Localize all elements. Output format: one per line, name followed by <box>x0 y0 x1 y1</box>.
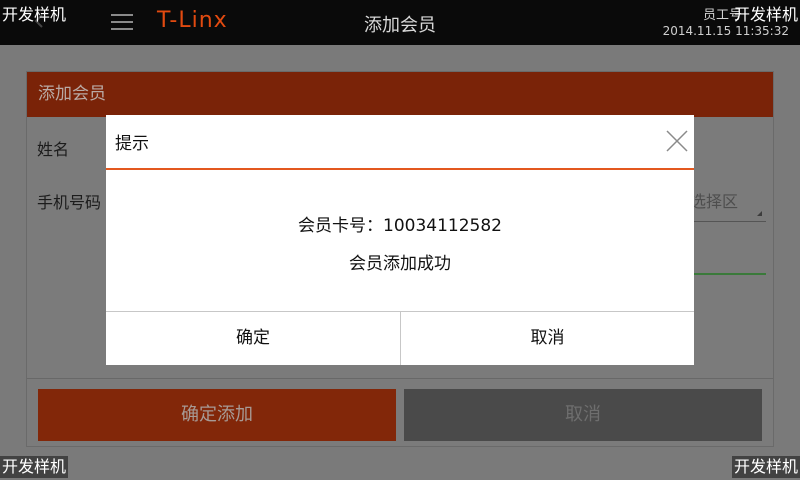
watermark-bottom-left: 开发样机 <box>0 456 69 478</box>
ok-button[interactable]: 确定 <box>106 312 400 365</box>
region-select[interactable]: 选择区 <box>690 188 766 222</box>
success-message: 会员添加成功 <box>349 254 451 274</box>
phone-input-underline[interactable] <box>690 273 766 275</box>
region-select-placeholder: 选择区 <box>690 192 739 211</box>
card-number-line: 会员卡号：10034112582 <box>106 211 694 236</box>
confirm-add-button[interactable]: 确定添加 <box>38 389 396 441</box>
top-bar: T-Linx 添加会员 员工号 2014.11.15 11:35:32 <box>0 0 800 45</box>
datetime: 2014.11.15 11:35:32 <box>662 24 789 38</box>
dialog-cancel-button[interactable]: 取消 <box>401 312 694 365</box>
dropdown-triangle-icon <box>757 211 762 216</box>
card-number-label: 会员卡号： <box>298 216 383 236</box>
watermark-top-left: 开发样机 <box>2 5 67 24</box>
divider <box>27 378 773 379</box>
name-label: 姓名 <box>37 140 70 159</box>
phone-label: 手机号码 <box>37 193 102 212</box>
dialog-title: 提示 <box>115 134 149 154</box>
prompt-dialog: 提示 会员卡号：10034112582 会员添加成功 确定 取消 <box>106 115 694 365</box>
panel-header: 添加会员 <box>27 72 773 117</box>
close-icon[interactable] <box>665 129 689 153</box>
watermark-bottom-right: 开发样机 <box>731 456 800 478</box>
watermark-top-right: 开发样机 <box>733 5 798 24</box>
card-number-value: 10034112582 <box>383 216 502 236</box>
dialog-title-divider <box>106 168 694 170</box>
form-cancel-button[interactable]: 取消 <box>404 389 762 441</box>
